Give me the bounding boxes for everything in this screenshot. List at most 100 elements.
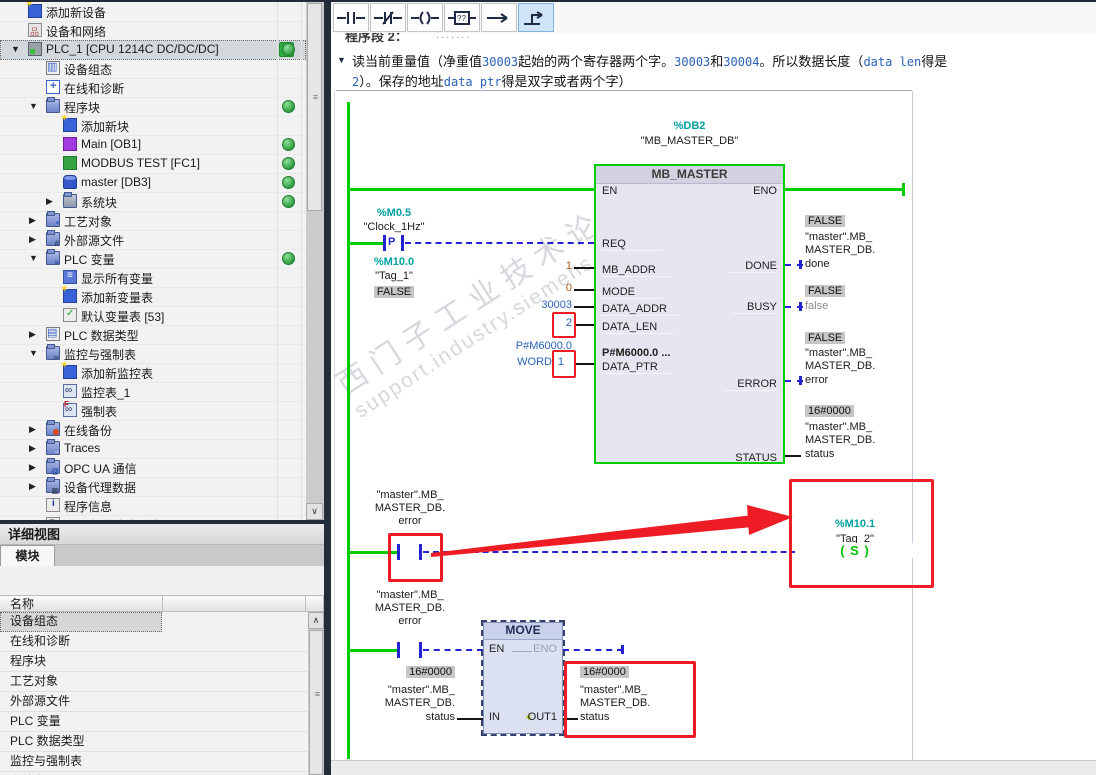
tree-item-db[interactable]: master [DB3] [0, 173, 306, 193]
edge-mem-name[interactable]: "Tag_1" [354, 270, 434, 282]
pin-error[interactable]: ERROR [725, 378, 777, 391]
pin-en[interactable]: EN [602, 185, 617, 197]
tree-item-folder-backup[interactable]: ▶ 在线备份 [0, 420, 306, 440]
move-block[interactable]: MOVE EN ENO IN ✶ OUT1 [481, 620, 565, 736]
status-operand-line1[interactable]: "master".MB_ [805, 421, 872, 433]
tree-item-folder-tags[interactable]: ▼ PLC 变量 [0, 249, 306, 269]
pin-mb-addr[interactable]: MB_ADDR [602, 264, 672, 277]
busy-operand[interactable]: false [805, 300, 828, 312]
pin-done[interactable]: DONE [729, 260, 777, 273]
tree-item-devcfg[interactable]: 设备组态 [0, 59, 306, 79]
toolbar-no-contact-button[interactable] [333, 3, 369, 32]
detail-row[interactable]: 外部源文件 [0, 692, 307, 712]
tree-item-folder-sys[interactable]: ▶ 系统块 [0, 192, 306, 212]
detail-row[interactable]: 在线和诊断 [0, 632, 307, 652]
tree-item-add[interactable]: 添加新变量表 [0, 284, 306, 307]
tree-item-add[interactable]: 添加新监控表 [0, 360, 306, 383]
db-instance-address[interactable]: %DB2 [594, 120, 785, 132]
tree-item-add[interactable]: 添加新块 [0, 113, 306, 136]
rung3-contact-line1[interactable]: "master".MB_ [350, 589, 470, 601]
tree-expander-icon[interactable]: ▼ [29, 101, 38, 111]
pin-move-eno[interactable]: ENO [533, 643, 557, 655]
tree-expander-icon[interactable]: ▼ [29, 348, 38, 358]
value-mb-addr[interactable]: 1 [512, 260, 572, 272]
detail-row[interactable]: PLC 数据类型 [0, 732, 307, 752]
tree-expander-icon[interactable]: ▶ [29, 329, 36, 340]
pin-req[interactable]: REQ [602, 238, 662, 251]
tree-item-folder-opcua[interactable]: ▶ OPC UA 通信 [0, 458, 306, 478]
tree-expander-icon[interactable]: ▼ [11, 44, 20, 54]
detail-row[interactable]: 程序块 [0, 652, 307, 672]
detail-row[interactable]: 监控与强制表 [0, 752, 307, 772]
pin-eno[interactable]: ENO [753, 185, 777, 197]
tree-item-proginfo[interactable]: 程序信息 [0, 496, 306, 516]
detail-scrollbar-thumb[interactable]: ≡ [309, 630, 323, 775]
tree-item-folder-watch[interactable]: ▼ 监控与强制表 [0, 344, 306, 364]
tree-item-datatypes[interactable]: ▶ PLC 数据类型 [0, 325, 306, 345]
tree-expander-icon[interactable]: ▶ [29, 234, 36, 245]
tree-expander-icon[interactable]: ▶ [29, 424, 36, 435]
toolbar-open-branch-button[interactable] [481, 3, 517, 32]
tree-item-fc[interactable]: MODBUS TEST [FC1] [0, 154, 306, 174]
comment-collapse-icon[interactable]: ▼ [337, 55, 346, 65]
pin-status[interactable]: STATUS [721, 452, 777, 464]
tree-item-folder-src[interactable]: ▶ 外部源文件 [0, 230, 306, 250]
detail-scroll-up-button[interactable]: ∧ [308, 612, 324, 629]
tree-scrollbar-thumb[interactable]: ≡ [307, 3, 322, 211]
tree-expander-icon[interactable]: ▶ [29, 215, 36, 226]
tree-item-diag[interactable]: 在线和诊断 [0, 78, 306, 98]
tree-item-tagtable[interactable]: 默认变量表 [53] [0, 306, 306, 326]
tree-item-folder-tech[interactable]: ▶ 工艺对象 [0, 211, 306, 231]
pin-data-ptr[interactable]: DATA_PTR [602, 361, 672, 374]
tree-item-folder-traces[interactable]: ▶ Traces [0, 439, 306, 459]
toolbar-close-branch-button[interactable] [518, 3, 554, 32]
mb-master-block[interactable]: MB_MASTER EN ENO REQ MB_ADDR MODE DATA_A… [594, 164, 785, 464]
pin-mode[interactable]: MODE [602, 286, 662, 299]
detail-row[interactable]: 设备组态 [0, 612, 162, 632]
tree-expander-icon[interactable]: ▶ [46, 196, 53, 207]
project-tree[interactable]: 添加新设备设备和网络▼PLC_1 [CPU 1214C DC/DC/DC]✓设备… [0, 2, 324, 520]
panel-divider[interactable] [324, 0, 331, 775]
contact1-address[interactable]: %M0.5 [354, 207, 434, 219]
contact1-name[interactable]: "Clock_1Hz" [354, 221, 434, 233]
db-instance-name[interactable]: "MB_MASTER_DB" [594, 135, 785, 147]
tree-item-forcetable[interactable]: 强制表 [0, 400, 306, 421]
value-data-addr[interactable]: 30003 [512, 299, 572, 311]
tree-item-network[interactable]: 设备和网络 [0, 21, 306, 41]
toolbar-nc-contact-button[interactable] [370, 3, 406, 32]
network-title-row[interactable]: 程序段 2： ....... [331, 33, 1096, 48]
pin-move-en[interactable]: EN [489, 643, 504, 655]
tree-expander-icon[interactable]: ▶ [29, 481, 36, 492]
contact1-p-symbol[interactable]: P [388, 236, 395, 248]
error-operand-line1[interactable]: "master".MB_ [805, 347, 872, 359]
pin-data-addr[interactable]: DATA_ADDR [602, 303, 680, 316]
done-operand-line1[interactable]: "master".MB_ [805, 231, 872, 243]
detail-row[interactable]: PLC 变量 [0, 712, 307, 732]
tree-item-folder-prog[interactable]: ▼ 程序块 [0, 97, 306, 117]
tree-expander-icon[interactable]: ▶ [29, 443, 36, 454]
tree-scroll-down-button[interactable]: ∨ [306, 503, 323, 520]
tree-item-folder-proxy[interactable]: ▶ 设备代理数据 [0, 477, 306, 497]
tree-item-add[interactable]: 添加新设备 [0, 2, 306, 22]
detail-list[interactable]: 设备组态 在线和诊断 程序块 工艺对象 外部源文件 PLC 变量 PLC 数据类型 监控与强制… [0, 612, 324, 775]
detail-scrollbar[interactable]: ∧ ≡ [308, 612, 324, 775]
move-in-operand-line1[interactable]: "master".MB_ [375, 684, 455, 696]
tab-module[interactable]: 模块 [0, 545, 55, 566]
tree-scrollbar[interactable]: ≡ ∨ [306, 2, 324, 520]
network-comment[interactable]: 读当前重量值（净重值30003起始的两个寄存器两个字。30003和30004。所… [352, 52, 952, 92]
detail-row[interactable]: 工艺对象 [0, 672, 307, 692]
tree-item-plc[interactable]: ▼PLC_1 [CPU 1214C DC/DC/DC]✓ [0, 40, 306, 60]
tree-expander-icon[interactable]: ▶ [29, 462, 36, 473]
tree-item-ob[interactable]: Main [OB1] [0, 135, 306, 155]
toolbar-empty-box-button[interactable]: ?? [444, 3, 480, 32]
pin-move-in[interactable]: IN [489, 711, 500, 723]
value-mode[interactable]: 0 [512, 282, 572, 294]
tree-item-watchtable[interactable]: 监控表_1 [0, 382, 306, 402]
pin-busy[interactable]: BUSY [733, 301, 777, 314]
pin-move-out1[interactable]: OUT1 [528, 711, 557, 723]
edge-mem-address[interactable]: %M10.0 [354, 256, 434, 268]
toolbar-coil-button[interactable] [407, 3, 443, 32]
tree-item-tags-all[interactable]: 显示所有变量 [0, 268, 306, 288]
pin-data-len[interactable]: DATA_LEN [602, 321, 674, 334]
tree-expander-icon[interactable]: ▼ [29, 253, 38, 263]
